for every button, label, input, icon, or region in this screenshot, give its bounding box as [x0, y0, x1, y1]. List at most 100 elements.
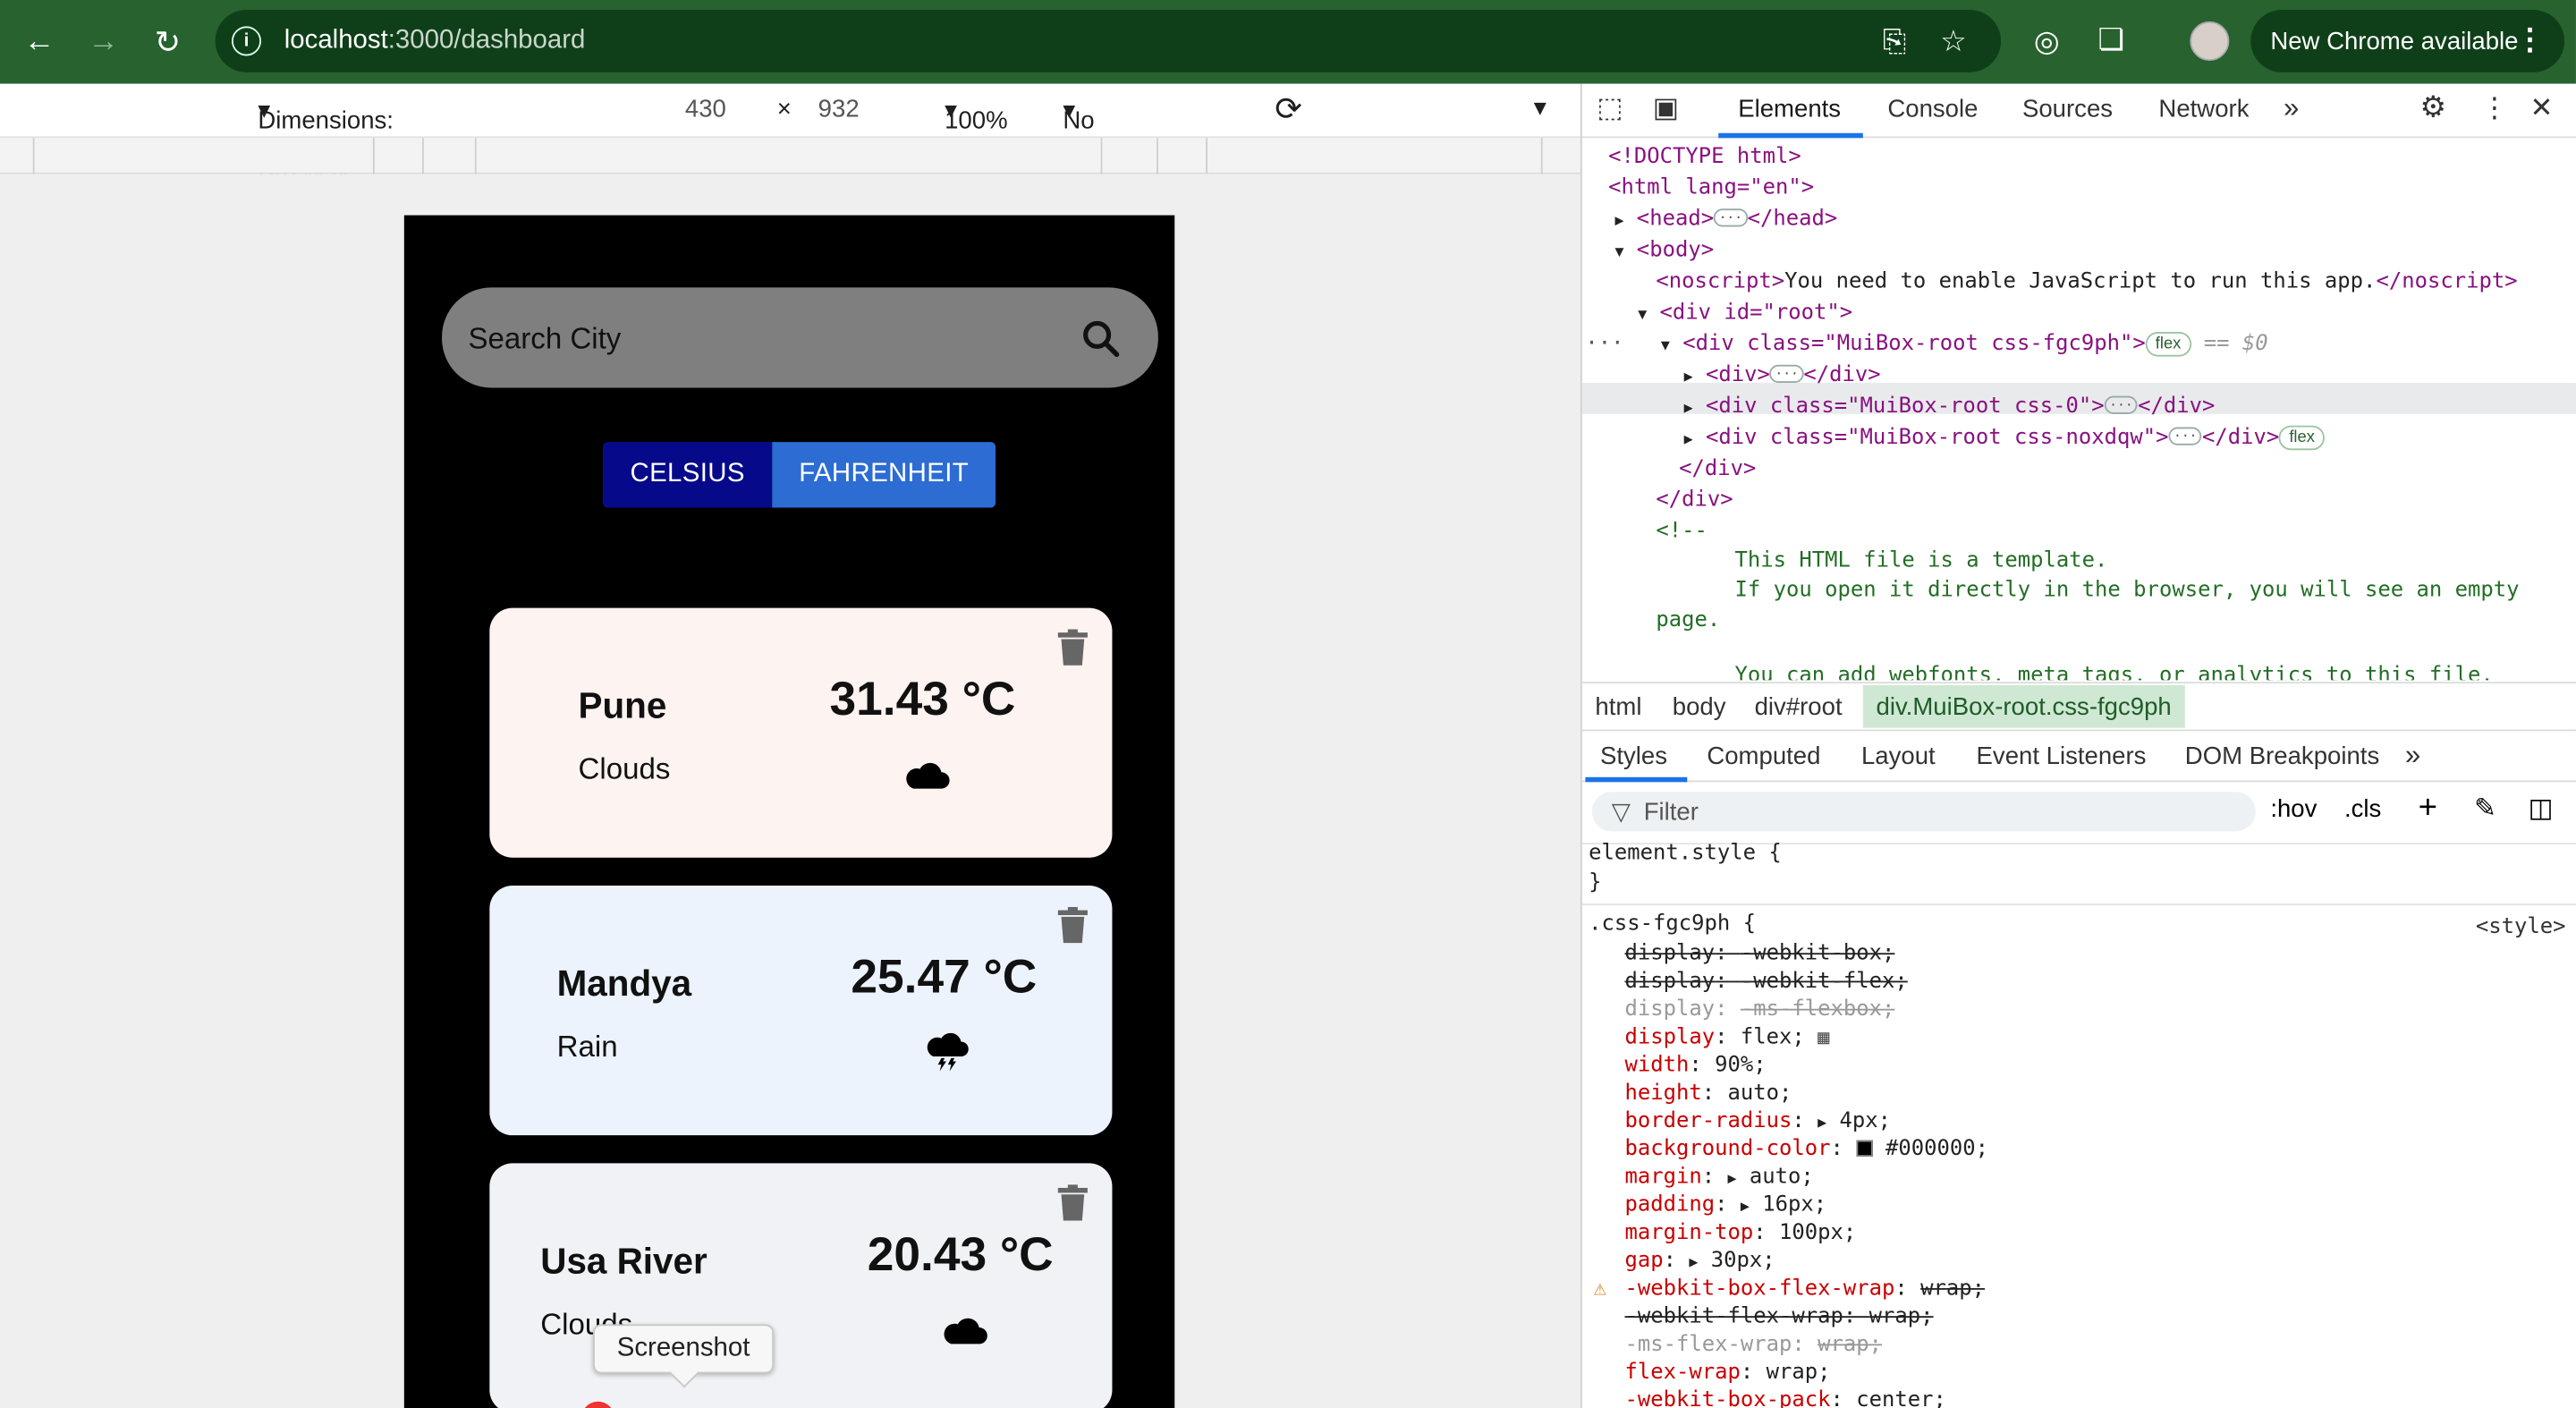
style-declaration[interactable]: gap: ▶ 30px;: [1624, 1247, 1775, 1275]
expand-triangle-icon[interactable]: ▶: [1614, 214, 1623, 230]
breadcrumb-root[interactable]: div#root: [1755, 693, 1843, 721]
style-declaration[interactable]: height: auto;: [1624, 1080, 1792, 1107]
delete-trash-icon[interactable]: [1056, 629, 1089, 666]
width-input[interactable]: 430: [685, 96, 726, 123]
weather-card[interactable]: Pune Clouds 31.43 °C: [489, 607, 1113, 858]
height-input[interactable]: 932: [818, 96, 860, 123]
style-declaration[interactable]: flex-wrap: wrap;: [1624, 1359, 1830, 1387]
zoom-select[interactable]: 100% ▾: [945, 96, 1007, 134]
expand-triangle-icon[interactable]: ▶: [1689, 1255, 1698, 1271]
dom-line[interactable]: ▼ <div id="root">: [1638, 297, 1852, 328]
devtools-menu-icon[interactable]: ⋮: [2480, 92, 2508, 125]
tab-sources[interactable]: Sources: [2022, 96, 2113, 123]
dom-line[interactable]: This HTML file is a template.: [1735, 546, 2108, 577]
style-declaration[interactable]: -ms-flex-wrap: wrap;: [1624, 1331, 1882, 1359]
breadcrumb-html[interactable]: html: [1595, 693, 1641, 721]
style-declaration[interactable]: display: flex; ▦: [1624, 1023, 1829, 1051]
extensions-puzzle-icon[interactable]: ❏: [2097, 23, 2124, 58]
back-icon[interactable]: ←: [18, 23, 61, 63]
expand-triangle-icon[interactable]: ▶: [1728, 1172, 1737, 1188]
weather-card[interactable]: Mandya Rain 25.47 °C: [489, 885, 1113, 1136]
flex-badge[interactable]: flex: [2145, 332, 2191, 357]
style-source-link[interactable]: <style>: [2476, 913, 2566, 941]
delete-trash-icon[interactable]: [1056, 1184, 1089, 1221]
site-info-icon[interactable]: i: [231, 26, 262, 56]
dom-line[interactable]: <!DOCTYPE html>: [1608, 141, 1801, 173]
ellipsis-badge[interactable]: ···: [1714, 208, 1748, 227]
expand-triangle-icon[interactable]: ▶: [1684, 401, 1693, 417]
style-declaration[interactable]: display: -webkit-flex;: [1624, 968, 1907, 996]
style-declaration[interactable]: border-radius: ▶ 4px;: [1624, 1107, 1890, 1135]
extension-target-icon[interactable]: ◎: [2034, 25, 2060, 60]
celsius-button[interactable]: CELSIUS: [603, 442, 773, 508]
style-declaration[interactable]: margin-top: 100px;: [1624, 1219, 1856, 1247]
collapse-triangle-icon[interactable]: ▼: [1614, 245, 1623, 261]
element-style-selector[interactable]: element.style {: [1589, 840, 1782, 868]
dom-line[interactable]: You can add webfonts, meta tags, or anal…: [1735, 660, 2494, 680]
ellipsis-badge[interactable]: ···: [2168, 427, 2203, 445]
dom-line[interactable]: <noscript>You need to enable JavaScript …: [1656, 267, 2517, 298]
dom-line[interactable]: page.: [1656, 605, 1720, 636]
style-declaration[interactable]: -webkit-box-pack: center;: [1624, 1387, 1945, 1408]
dimensions-select[interactable]: Dimensions: iPhone 14 Pro Max ▾: [258, 96, 394, 191]
rotate-icon[interactable]: ⟳: [1275, 89, 1302, 130]
style-declaration[interactable]: display: -webkit-box;: [1624, 940, 1894, 968]
flex-badge[interactable]: flex: [2279, 425, 2325, 451]
expand-triangle-icon[interactable]: ▶: [1684, 432, 1693, 448]
dom-line[interactable]: ▶ <div> ··· </div>: [1684, 360, 1881, 391]
close-devtools-icon[interactable]: ✕: [2530, 92, 2554, 125]
tab-console[interactable]: Console: [1887, 96, 1978, 123]
new-rule-plus-icon[interactable]: +: [2419, 790, 2437, 827]
ellipsis-badge[interactable]: ···: [2104, 395, 2139, 414]
tab-layout[interactable]: Layout: [1861, 742, 1936, 770]
new-chrome-button[interactable]: New Chrome available ⋮: [2250, 10, 2565, 72]
tab-styles[interactable]: Styles: [1600, 742, 1667, 770]
ellipsis-badge[interactable]: ···: [1769, 364, 1804, 383]
device-menu-icon[interactable]: ▼: [1530, 96, 1551, 121]
device-toggle-icon[interactable]: ▣: [1653, 92, 1680, 125]
dom-line[interactable]: <!--: [1656, 516, 1707, 547]
collapse-triangle-icon[interactable]: ▼: [1661, 338, 1670, 354]
throttling-select[interactable]: No throttling ▾: [1063, 96, 1157, 162]
dom-line[interactable]: If you open it directly in the browser, …: [1735, 575, 2520, 606]
style-declaration[interactable]: padding: ▶ 16px;: [1624, 1192, 1826, 1219]
delete-trash-icon[interactable]: [1056, 906, 1089, 944]
paint-brush-icon[interactable]: ✎: [2474, 792, 2496, 825]
rule-selector[interactable]: .css-fgc9ph {: [1589, 911, 1756, 938]
filter-input[interactable]: ▽ Filter: [1591, 792, 2256, 832]
more-tabs-icon[interactable]: »: [2284, 92, 2299, 125]
tab-computed[interactable]: Computed: [1707, 742, 1820, 770]
node-actions-icon[interactable]: ···: [1585, 328, 1623, 360]
weather-card[interactable]: Usa River Clouds 20.43 °C: [489, 1163, 1113, 1408]
dom-line[interactable]: </div>: [1656, 485, 1733, 516]
dom-line[interactable]: ▼ <body>: [1614, 235, 1714, 267]
dom-line[interactable]: </div>: [1679, 454, 1756, 485]
style-declaration[interactable]: -webkit-box-flex-wrap: wrap;: [1624, 1275, 1985, 1302]
expand-triangle-icon[interactable]: ▶: [1684, 369, 1693, 386]
sidebar-toggle-icon[interactable]: ◫: [2529, 792, 2554, 825]
expand-triangle-icon[interactable]: ▶: [1741, 1200, 1750, 1216]
flexbox-editor-icon[interactable]: ▦: [1818, 1025, 1829, 1048]
cls-toggle[interactable]: .cls: [2344, 795, 2381, 823]
breadcrumb-selected[interactable]: div.MuiBox-root.css-fgc9ph: [1862, 684, 2185, 728]
address-bar[interactable]: i localhost:3000/dashboard ⎘ ☆: [215, 10, 2002, 72]
install-app-icon[interactable]: ⎘: [1883, 25, 1906, 60]
dom-line[interactable]: ▶ <div class="MuiBox-root css-noxdqw"> ··…: [1684, 422, 2325, 454]
warning-icon[interactable]: ⚠: [1594, 1275, 1606, 1302]
dom-line-selected[interactable]: ▼ <div class="MuiBox-root css-fgc9ph"> fl…: [1661, 328, 2268, 360]
forward-icon[interactable]: →: [82, 23, 125, 63]
more-vert-icon[interactable]: ⋮: [2515, 23, 2545, 58]
color-swatch[interactable]: [1856, 1140, 1873, 1158]
hov-toggle[interactable]: :hov: [2270, 795, 2317, 823]
more-subtabs-icon[interactable]: »: [2405, 740, 2420, 773]
dom-line[interactable]: ▶ <head> ··· </head>: [1614, 204, 1837, 235]
reload-icon[interactable]: ↻: [146, 23, 189, 63]
bookmark-star-icon[interactable]: ☆: [1940, 25, 1967, 60]
inspect-element-icon[interactable]: ⬚: [1597, 92, 1623, 125]
style-declaration[interactable]: display: -ms-flexbox;: [1624, 996, 1894, 1023]
style-declaration[interactable]: background-color: #000000;: [1624, 1135, 1988, 1163]
style-declaration[interactable]: width: 90%;: [1624, 1051, 1766, 1079]
dom-line[interactable]: ▶ <div class="MuiBox-root css-0"> ··· </di…: [1684, 391, 2216, 422]
tab-dom-breakpoints[interactable]: DOM Breakpoints: [2185, 742, 2379, 770]
style-declaration[interactable]: -webkit-flex-wrap: wrap;: [1624, 1303, 1933, 1331]
